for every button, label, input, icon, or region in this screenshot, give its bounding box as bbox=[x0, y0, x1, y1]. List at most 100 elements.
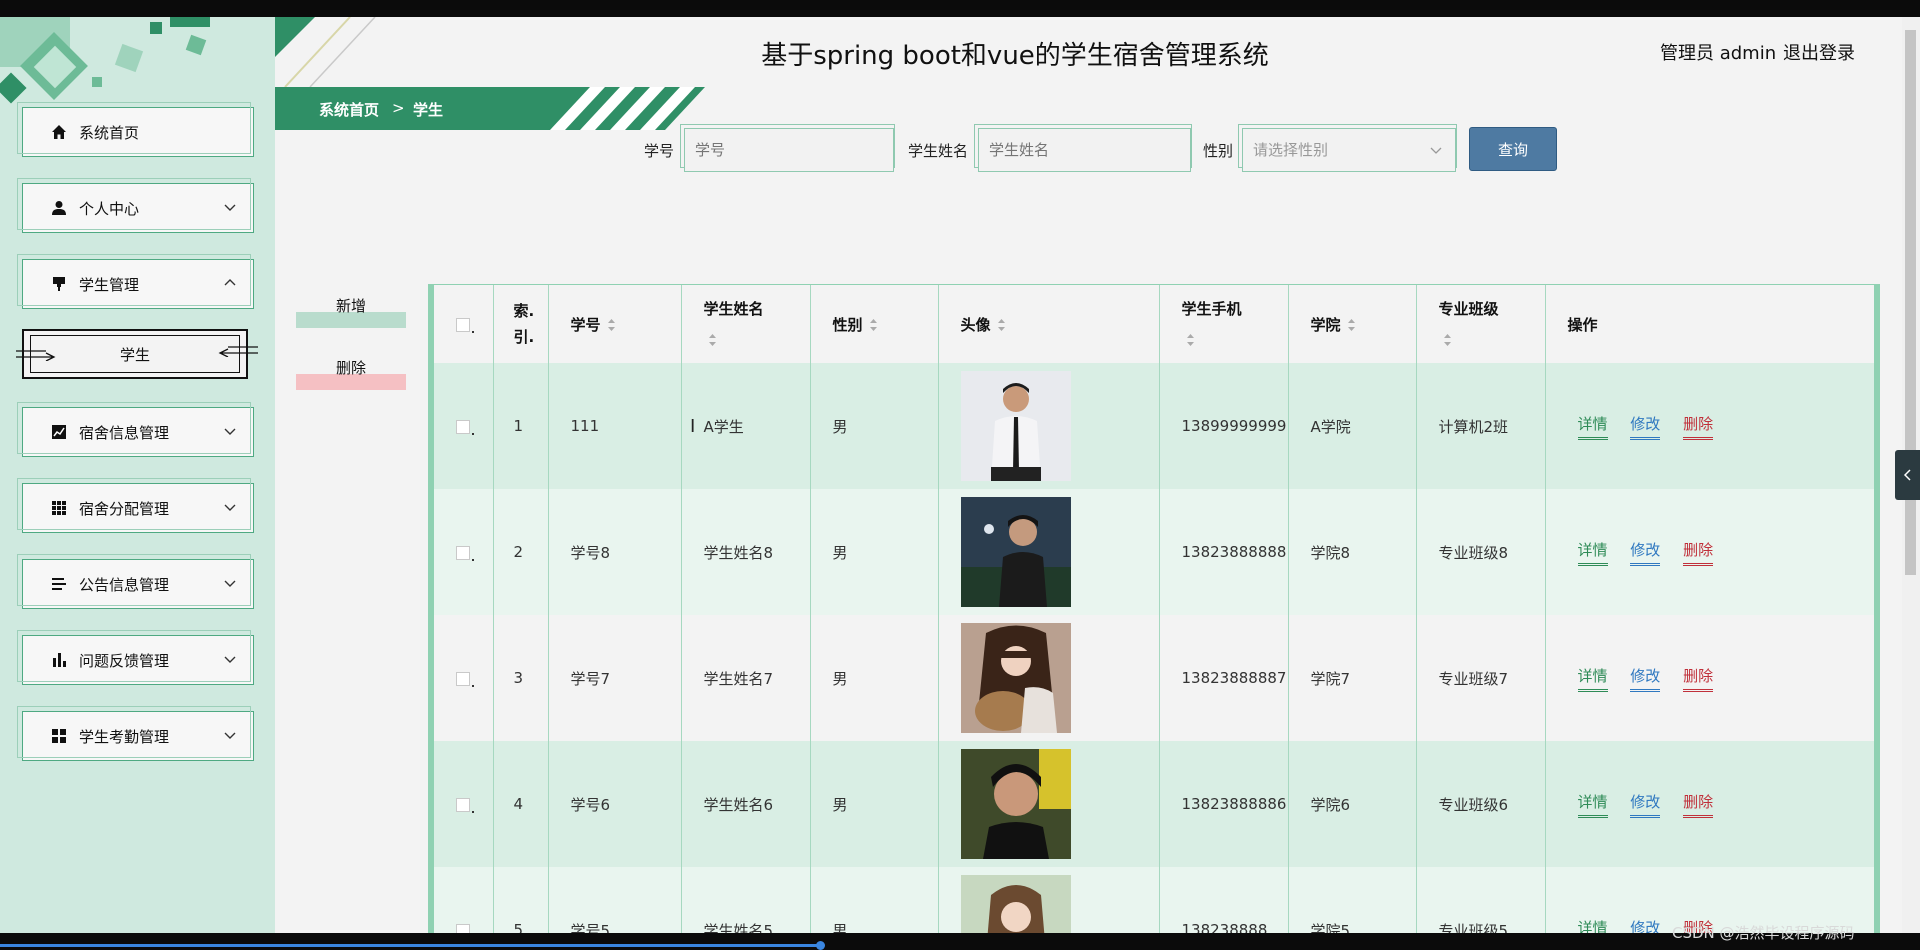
add-button-label: 新增 bbox=[335, 297, 366, 315]
delete-link[interactable]: 删除 bbox=[1683, 413, 1714, 440]
student-table: 索.引. 学号 学生姓名 性别 头像 学生手机 学院 专业班级 操作 1 111 bbox=[428, 284, 1880, 933]
cell-gender: 男 bbox=[810, 489, 939, 615]
delete-link[interactable]: 删除 bbox=[1683, 539, 1714, 566]
breadcrumb-home[interactable]: 系统首页 bbox=[319, 99, 379, 120]
cell-phone: 138238888 bbox=[1159, 867, 1289, 933]
avatar-image[interactable] bbox=[960, 497, 1071, 607]
student-name-input[interactable] bbox=[978, 128, 1191, 172]
sidebar-item-label: 宿舍分配管理 bbox=[79, 499, 170, 518]
column-header-student-name[interactable]: 学生姓名 bbox=[681, 285, 811, 363]
avatar-image[interactable] bbox=[960, 749, 1071, 859]
video-progress-handle[interactable] bbox=[816, 941, 825, 950]
sort-icon[interactable] bbox=[708, 333, 717, 347]
student-no-input[interactable] bbox=[684, 128, 894, 172]
row-checkbox[interactable] bbox=[456, 671, 470, 686]
delete-button[interactable]: 删除 bbox=[296, 354, 406, 390]
column-header-class[interactable]: 专业班级 bbox=[1416, 285, 1546, 363]
arrow-left-icon bbox=[218, 346, 258, 357]
cell-index: 3 bbox=[493, 615, 549, 741]
sidebar-item-personal-center[interactable]: 个人中心 bbox=[17, 178, 254, 233]
chevron-up-icon bbox=[224, 279, 236, 286]
student-no-label: 学号 bbox=[644, 142, 675, 160]
chevron-down-icon bbox=[1430, 147, 1442, 154]
cell-index: 5 bbox=[493, 867, 549, 933]
edit-link[interactable]: 修改 bbox=[1630, 917, 1660, 934]
edit-link[interactable]: 修改 bbox=[1630, 413, 1661, 440]
edit-link[interactable]: 修改 bbox=[1630, 539, 1661, 566]
sidebar: 系统首页 个人中心 学生管理 学生 宿舍信息管理 宿舍分配管理 公告信息管理 问… bbox=[0, 17, 275, 933]
cell-class: 专业班级5 bbox=[1416, 867, 1546, 933]
cell-phone: 13823888886 bbox=[1159, 741, 1289, 867]
brush-icon bbox=[51, 276, 67, 292]
watermark-text: CSDN @浩然毕设程序源码 bbox=[1672, 924, 1855, 942]
query-button[interactable]: 查询 bbox=[1469, 127, 1557, 171]
chevron-down-icon bbox=[224, 656, 236, 663]
column-header-phone[interactable]: 学生手机 bbox=[1159, 285, 1289, 363]
column-header-student-no[interactable]: 学号 bbox=[548, 285, 682, 363]
gender-label: 性别 bbox=[1203, 142, 1234, 160]
detail-link[interactable]: 详情 bbox=[1577, 791, 1608, 818]
avatar-image[interactable] bbox=[960, 875, 1071, 933]
sidebar-item-attendance[interactable]: 学生考勤管理 bbox=[17, 706, 254, 761]
delete-link[interactable]: 删除 bbox=[1683, 791, 1714, 818]
sort-icon[interactable] bbox=[1443, 333, 1452, 347]
cell-student-no: 111 bbox=[548, 363, 682, 489]
sidebar-item-home[interactable]: 系统首页 bbox=[17, 102, 254, 157]
cell-phone: 13823888888 bbox=[1159, 489, 1289, 615]
sidebar-item-student-management[interactable]: 学生管理 bbox=[17, 254, 254, 309]
sidebar-item-feedback[interactable]: 问题反馈管理 bbox=[17, 630, 254, 685]
sort-icon[interactable] bbox=[869, 318, 878, 332]
sort-icon[interactable] bbox=[1186, 333, 1195, 347]
detail-link[interactable]: 详情 bbox=[1577, 665, 1608, 692]
delete-link[interactable]: 删除 bbox=[1683, 665, 1714, 692]
table-row: 4 学号6 学生姓名6 男 13823888886 学院6 专业班级6 详情 修… bbox=[434, 741, 1874, 867]
edit-link[interactable]: 修改 bbox=[1630, 665, 1661, 692]
detail-link[interactable]: 详情 bbox=[1578, 917, 1608, 934]
cell-college: 学院6 bbox=[1288, 741, 1417, 867]
sidebar-item-announcement[interactable]: 公告信息管理 bbox=[17, 554, 254, 609]
cell-class: 专业班级7 bbox=[1416, 615, 1546, 741]
chevron-left-icon bbox=[1903, 469, 1911, 481]
sort-icon[interactable] bbox=[607, 318, 616, 332]
cell-index: 2 bbox=[493, 489, 549, 615]
cell-student-no: 学号7 bbox=[548, 615, 682, 741]
avatar-image[interactable] bbox=[960, 371, 1071, 481]
cell-index: 1 bbox=[493, 363, 549, 489]
gender-select[interactable]: 请选择性别 bbox=[1242, 128, 1456, 172]
select-all-checkbox[interactable] bbox=[456, 317, 470, 332]
cell-class: 计算机2班 bbox=[1416, 363, 1546, 489]
sort-icon[interactable] bbox=[1347, 318, 1356, 332]
arrow-right-icon bbox=[16, 350, 56, 361]
cell-college: A学院 bbox=[1288, 363, 1417, 489]
apps-icon bbox=[51, 728, 67, 744]
sidebar-item-label: 学生管理 bbox=[79, 275, 140, 294]
row-checkbox[interactable] bbox=[456, 545, 470, 560]
video-progress-bar[interactable] bbox=[0, 944, 820, 947]
detail-link[interactable]: 详情 bbox=[1577, 539, 1608, 566]
side-panel-toggle[interactable] bbox=[1895, 450, 1920, 500]
sort-icon[interactable] bbox=[997, 318, 1006, 332]
column-header-avatar[interactable]: 头像 bbox=[938, 285, 1160, 363]
row-checkbox[interactable] bbox=[456, 797, 470, 812]
submenu-item-student[interactable]: 学生 bbox=[16, 329, 258, 379]
edit-link[interactable]: 修改 bbox=[1630, 791, 1661, 818]
row-checkbox[interactable] bbox=[456, 419, 470, 434]
sidebar-item-label: 问题反馈管理 bbox=[79, 651, 170, 670]
detail-link[interactable]: 详情 bbox=[1577, 413, 1608, 440]
add-button[interactable]: 新增 bbox=[296, 292, 406, 328]
sidebar-item-dorm-allocation[interactable]: 宿舍分配管理 bbox=[17, 478, 254, 533]
app-window: 系统首页 个人中心 学生管理 学生 宿舍信息管理 宿舍分配管理 公告信息管理 问… bbox=[0, 17, 1920, 933]
cell-student-no: 学号8 bbox=[548, 489, 682, 615]
student-name-label: 学生姓名 bbox=[908, 142, 969, 160]
cell-college: 学院8 bbox=[1288, 489, 1417, 615]
user-icon bbox=[51, 200, 67, 216]
window-top-bar bbox=[0, 0, 1920, 17]
column-header-college[interactable]: 学院 bbox=[1288, 285, 1417, 363]
row-checkbox[interactable] bbox=[456, 923, 470, 933]
column-header-gender[interactable]: 性别 bbox=[810, 285, 939, 363]
avatar-image[interactable] bbox=[960, 623, 1071, 733]
sidebar-item-dorm-info[interactable]: 宿舍信息管理 bbox=[17, 402, 254, 457]
cell-class: 专业班级6 bbox=[1416, 741, 1546, 867]
logout-link[interactable]: 退出登录 bbox=[1783, 39, 1855, 65]
chevron-down-icon bbox=[224, 580, 236, 587]
